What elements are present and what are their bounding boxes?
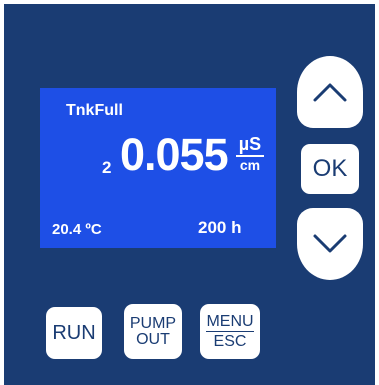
menu-label-top: MENU (206, 312, 254, 332)
run-button[interactable]: RUN (46, 307, 102, 359)
ok-button[interactable]: OK (301, 144, 359, 194)
unit-numerator: µS (236, 134, 264, 157)
chevron-up-icon (313, 83, 347, 102)
channel-number: 2 (102, 158, 112, 177)
status-text: TnkFull (66, 102, 123, 119)
hours-readout: 200 h (198, 218, 242, 237)
pump-label-bottom: OUT (136, 330, 170, 348)
conductivity-reading: 0.055 (120, 129, 229, 180)
temperature-readout: 20.4 ºC (52, 221, 102, 238)
chevron-down-icon (313, 234, 347, 253)
unit-label: µS cm (236, 134, 264, 174)
pump-out-button[interactable]: PUMP OUT (124, 304, 182, 359)
pump-label-top: PUMP (129, 314, 177, 332)
up-button[interactable] (297, 56, 363, 128)
control-panel: TnkFull 2 0.055 µS cm 20.4 ºC 200 h OK R… (4, 4, 375, 385)
menu-esc-button[interactable]: MENU ESC (200, 304, 260, 359)
unit-denominator: cm (239, 157, 261, 173)
menu-label-bottom: ESC (213, 332, 247, 350)
lcd-display: TnkFull 2 0.055 µS cm 20.4 ºC 200 h (40, 88, 276, 248)
down-button[interactable] (297, 208, 363, 280)
